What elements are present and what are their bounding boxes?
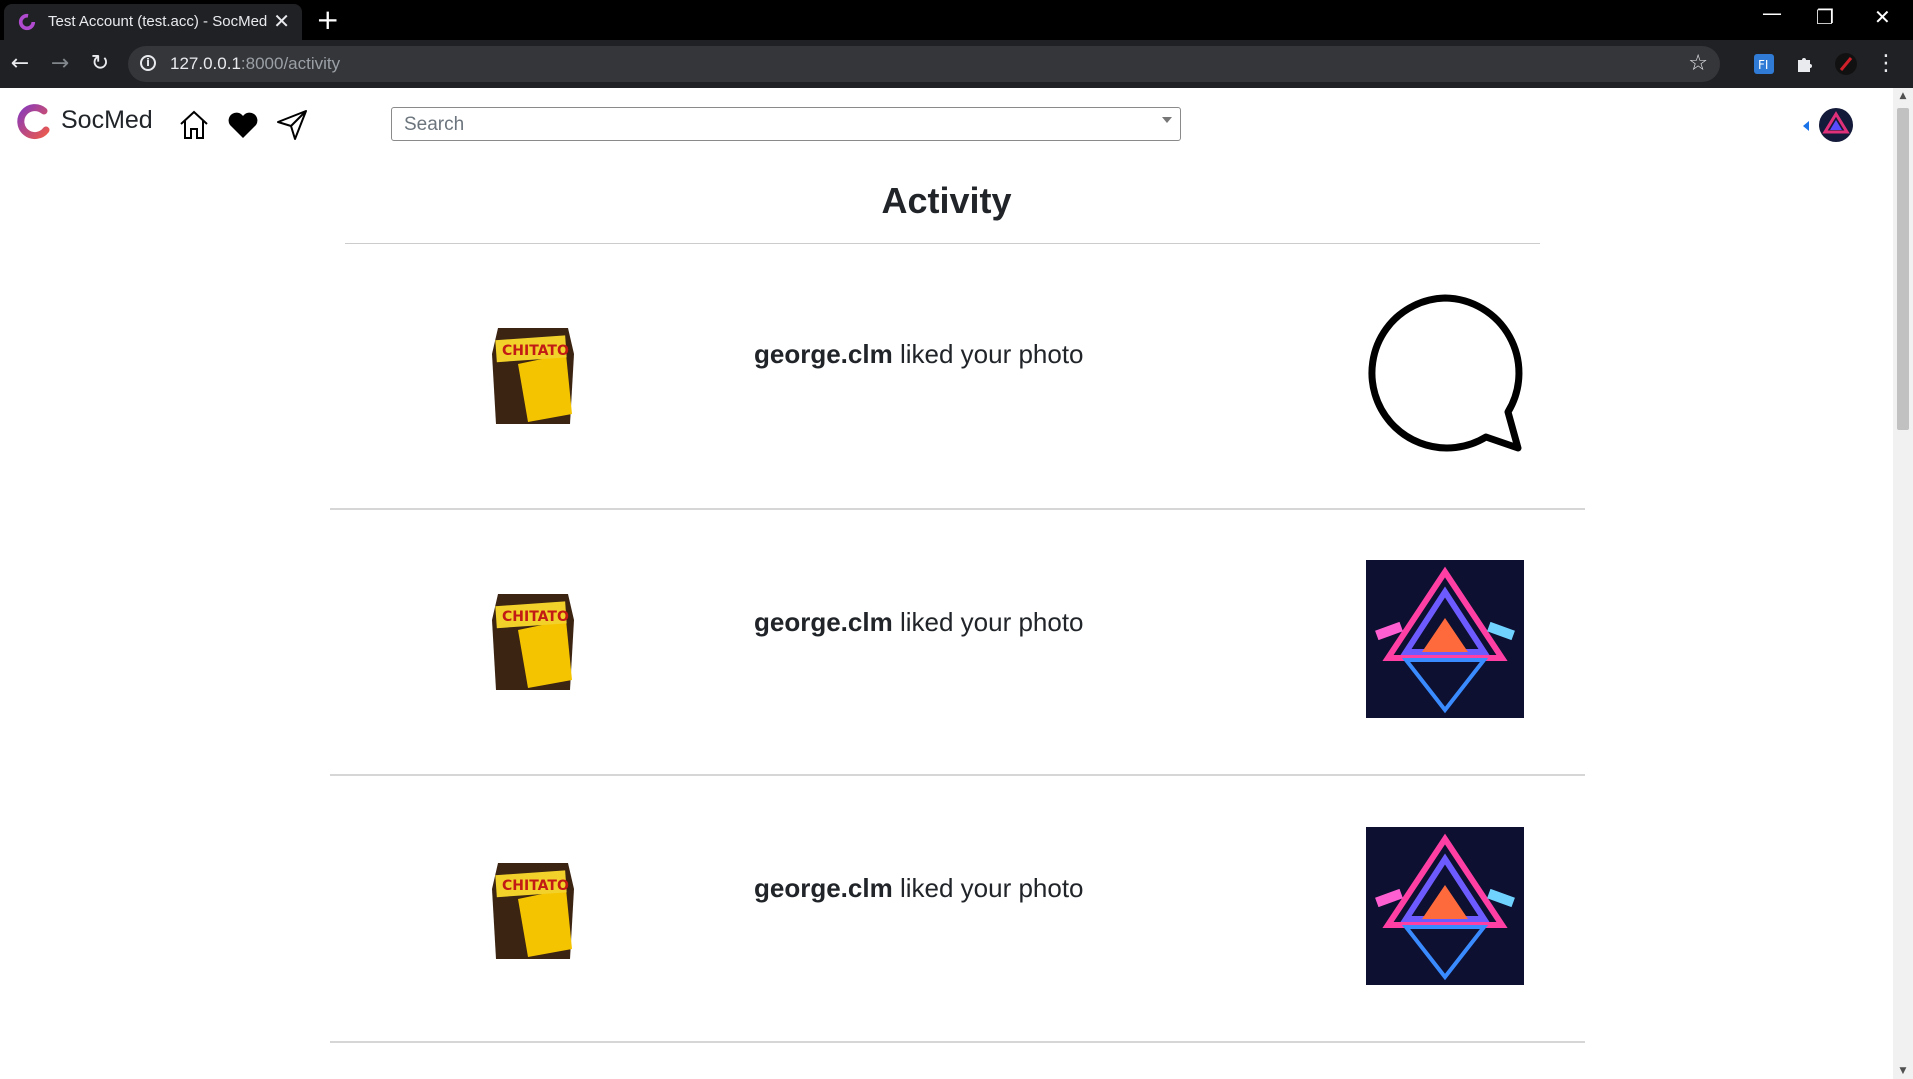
tab-title: Test Account (test.acc) - SocMed	[48, 13, 268, 30]
activity-text: george.clm liked your photo	[754, 607, 1084, 638]
browser-tab[interactable]: Test Account (test.acc) - SocMed ✕	[4, 4, 302, 40]
neon-triangle-image[interactable]	[1366, 560, 1524, 718]
search-dropdown-caret-icon[interactable]	[1162, 117, 1172, 123]
socmed-favicon-icon	[18, 13, 36, 31]
url-host: 127.0.0.1	[170, 54, 241, 73]
browser-tab-bar: Test Account (test.acc) - SocMed ✕ + — ❐…	[0, 0, 1913, 40]
url-text[interactable]: 127.0.0.1:8000/activity	[170, 54, 340, 74]
back-button[interactable]: ←	[6, 50, 34, 78]
search-select[interactable]	[391, 107, 1181, 141]
scroll-down-arrow-icon[interactable]: ▼	[1893, 1063, 1913, 1079]
site-navbar: SocMed	[0, 88, 1893, 160]
profile-menu-caret-icon[interactable]	[1803, 121, 1809, 131]
profile-chrome-icon[interactable]	[1834, 52, 1858, 76]
minimize-button[interactable]: —	[1762, 2, 1782, 24]
activity-text: george.clm liked your photo	[754, 873, 1084, 904]
new-tab-button[interactable]: +	[316, 6, 339, 34]
activity-action: liked your photo	[899, 339, 1084, 369]
omnibox[interactable]: i 127.0.0.1:8000/activity ☆	[128, 46, 1720, 82]
activity-username[interactable]: george.clm	[754, 607, 893, 637]
scroll-up-arrow-icon[interactable]: ▲	[1893, 88, 1913, 104]
activity-text: george.clm liked your photo	[754, 339, 1084, 370]
search-input[interactable]	[402, 113, 1146, 137]
neon-triangle-image[interactable]	[1366, 827, 1524, 985]
translate-extension-icon[interactable]: FI	[1752, 52, 1776, 76]
extensions-puzzle-icon[interactable]	[1794, 52, 1818, 76]
user-profile-thumbnail[interactable]: CHITATO	[488, 324, 578, 428]
browser-address-bar: ← → ↻ i 127.0.0.1:8000/activity ☆ FI ⋮	[0, 40, 1913, 88]
bookmark-star-icon[interactable]: ☆	[1688, 51, 1708, 76]
restore-button[interactable]: ❐	[1816, 6, 1834, 28]
user-profile-thumbnail[interactable]: CHITATO	[488, 859, 578, 963]
svg-text:CHITATO: CHITATO	[502, 343, 569, 359]
browser-menu-icon[interactable]: ⋮	[1872, 50, 1900, 78]
activity-action: liked your photo	[899, 607, 1084, 637]
comment-bubble-icon[interactable]	[1366, 294, 1524, 452]
heart-icon[interactable]	[226, 108, 260, 142]
brand-name[interactable]: SocMed	[61, 106, 153, 135]
activity-item: CHITATO george.clm liked your photo	[330, 777, 1585, 1043]
row-divider	[330, 774, 1585, 776]
reload-button[interactable]: ↻	[86, 50, 114, 78]
send-icon[interactable]	[275, 108, 309, 142]
svg-text:FI: FI	[1758, 58, 1768, 72]
activity-username[interactable]: george.clm	[754, 873, 893, 903]
svg-text:CHITATO: CHITATO	[502, 878, 569, 894]
activity-username[interactable]: george.clm	[754, 339, 893, 369]
forward-button[interactable]: →	[46, 50, 74, 78]
activity-item: CHITATO george.clm liked your photo	[330, 244, 1585, 510]
user-avatar[interactable]	[1819, 108, 1853, 142]
scrollbar-thumb[interactable]	[1897, 108, 1909, 430]
home-icon[interactable]	[177, 108, 211, 142]
activity-action: liked your photo	[899, 873, 1084, 903]
window-close-button[interactable]: ✕	[1874, 6, 1891, 28]
page-scrollbar[interactable]: ▲ ▼	[1893, 88, 1913, 1079]
site-info-icon[interactable]: i	[140, 55, 156, 71]
svg-text:CHITATO: CHITATO	[502, 609, 569, 625]
page-title: Activity	[881, 180, 1012, 221]
url-path: :8000/activity	[240, 54, 341, 73]
user-profile-thumbnail[interactable]: CHITATO	[488, 590, 578, 694]
row-divider	[330, 1041, 1585, 1043]
tab-close-icon[interactable]: ✕	[273, 10, 290, 32]
page-viewport: SocMed Activity CHITATO	[0, 88, 1893, 1079]
socmed-logo-icon[interactable]	[14, 102, 54, 142]
activity-item: CHITATO george.clm liked your photo	[330, 510, 1585, 776]
